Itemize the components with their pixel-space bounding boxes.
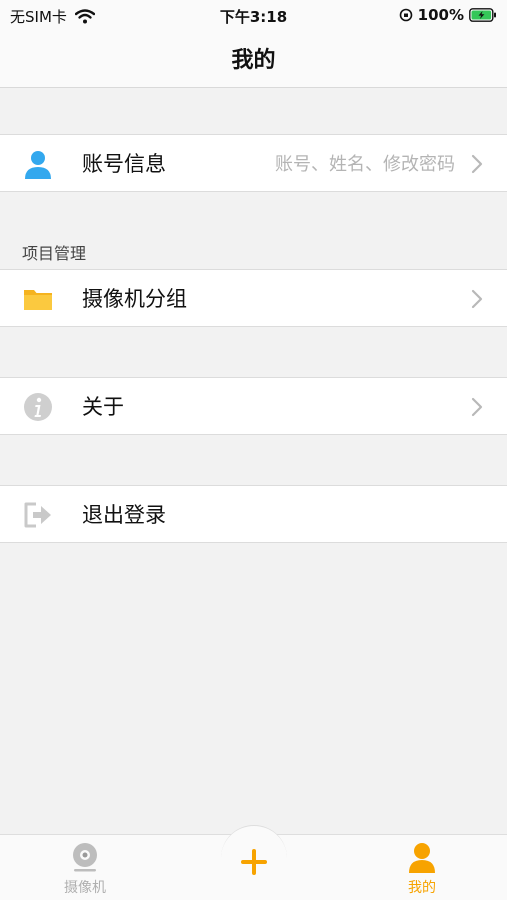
page-title: 我的 [231, 48, 276, 73]
logout-icon [24, 502, 51, 528]
battery-charging-icon [469, 8, 496, 22]
camera-group-label: 摄像机分组 [82, 287, 187, 311]
orientation-lock-icon [399, 8, 412, 22]
profile-icon [409, 843, 435, 873]
chevron-right-icon [471, 154, 483, 174]
user-icon [25, 151, 51, 179]
battery-percentage: 100% [417, 6, 464, 24]
chevron-right-icon [471, 397, 483, 417]
logout-row[interactable]: 退出登录 [0, 485, 507, 543]
camera-icon [73, 843, 97, 872]
info-icon [24, 393, 52, 421]
plus-icon [241, 849, 267, 875]
tab-camera[interactable]: 摄像机 [25, 835, 145, 900]
tab-mine-label: 我的 [408, 880, 436, 896]
about-row[interactable]: 关于 [0, 377, 507, 435]
project-management-section-label: 项目管理 [22, 244, 87, 263]
logout-label: 退出登录 [82, 503, 166, 527]
account-info-hint: 账号、姓名、修改密码 [275, 154, 455, 175]
status-bar: 无SIM卡 下午3:18 100% [0, 0, 507, 30]
add-button[interactable] [221, 825, 287, 891]
tab-mine[interactable]: 我的 [362, 835, 482, 900]
about-label: 关于 [82, 395, 124, 419]
top-bar: 无SIM卡 下午3:18 100% 我的 [0, 0, 507, 88]
account-info-label: 账号信息 [82, 152, 166, 176]
folder-icon [24, 290, 52, 310]
account-info-row[interactable]: 账号信息 账号、姓名、修改密码 [0, 134, 507, 192]
chevron-right-icon [471, 289, 483, 309]
tab-camera-label: 摄像机 [64, 880, 106, 896]
camera-group-row[interactable]: 摄像机分组 [0, 269, 507, 327]
